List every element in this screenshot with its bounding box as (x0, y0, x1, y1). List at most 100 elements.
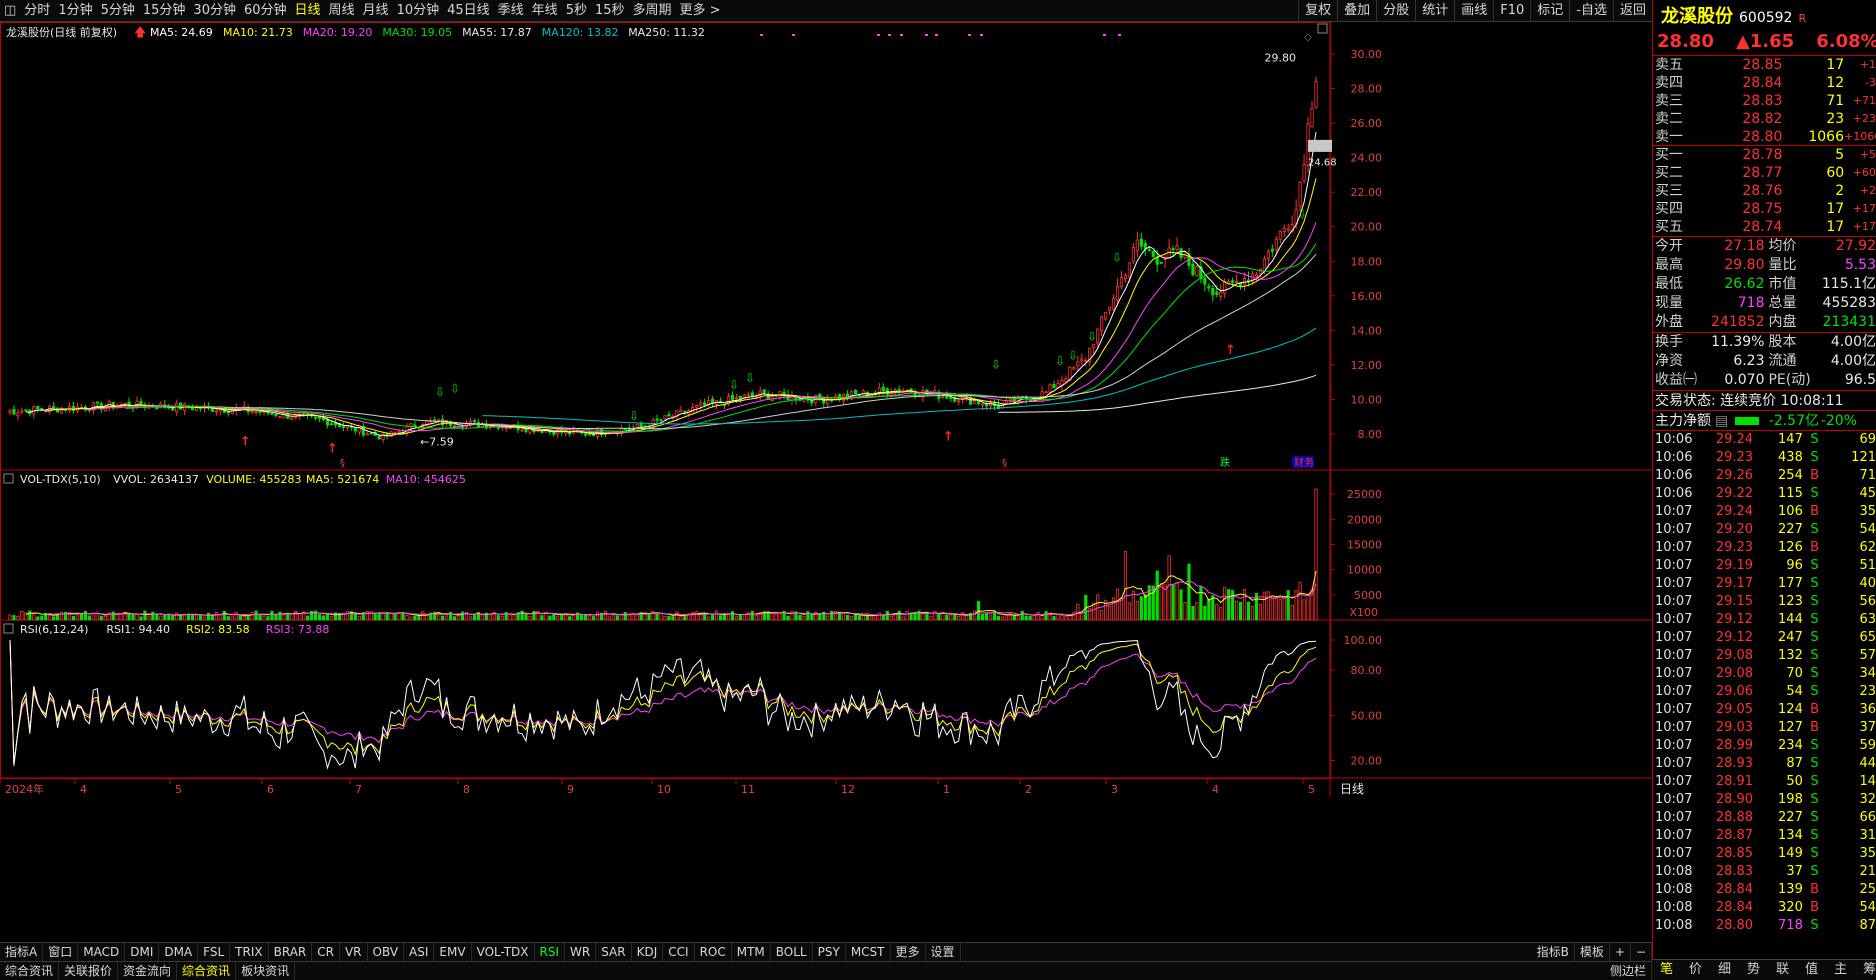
tick-row[interactable]: 10:07 28.93 87 S 44 (1653, 755, 1876, 773)
tick-row[interactable]: 10:07 29.19 96 S 51 (1653, 557, 1876, 575)
toolbar-collapse-icon[interactable]: ◫ (0, 0, 20, 22)
toolbar-right-btn-6[interactable]: 标记 (1530, 0, 1569, 22)
tick-row[interactable]: 10:07 29.05 124 B 36 (1653, 701, 1876, 719)
indicator-tab-15[interactable]: WR (565, 943, 597, 961)
indicator-tab-8[interactable]: CR (312, 943, 340, 961)
order-book-row[interactable]: 卖三 28.83 71 +71 (1653, 92, 1876, 110)
tick-row[interactable]: 10:07 29.15 123 S 56 (1653, 593, 1876, 611)
indicator-tab-23[interactable]: MCST (846, 943, 891, 961)
period-tab-1[interactable]: 1分钟 (54, 0, 96, 22)
tick-row[interactable]: 10:07 28.87 134 S 31 (1653, 827, 1876, 845)
tick-row[interactable]: 10:06 29.22 115 S 45 (1653, 485, 1876, 503)
order-book-row[interactable]: 卖一 28.80 1066+1066 (1653, 128, 1876, 146)
chart-canvas[interactable]: 龙溪股份(日线 前复权) 🡅 MA5: 24.69 MA10: 21.73 MA20: … (0, 22, 1652, 942)
indicator-tab-11[interactable]: ASI (404, 943, 435, 961)
order-book-row[interactable]: 卖二 28.82 23 +23 (1653, 110, 1876, 128)
tick-row[interactable]: 10:07 29.17 177 S 40 (1653, 575, 1876, 593)
tick-row[interactable]: 10:07 29.20 227 S 54 (1653, 521, 1876, 539)
sidebar-tab[interactable]: 侧边栏 (1605, 962, 1652, 980)
period-tab-2[interactable]: 5分钟 (97, 0, 139, 22)
tick-row[interactable]: 10:07 28.85 149 S 35 (1653, 845, 1876, 863)
indicator-tab-17[interactable]: KDJ (632, 943, 664, 961)
indicator-tab-9[interactable]: VR (340, 943, 368, 961)
toolbar-right-btn-8[interactable]: 返回 (1612, 0, 1652, 22)
period-tab-14[interactable]: 15秒 (591, 0, 629, 22)
order-book-row[interactable]: 买一 28.78 5 +5 (1653, 146, 1876, 164)
toolbar-right-btn-1[interactable]: 叠加 (1337, 0, 1376, 22)
period-tab-13[interactable]: 5秒 (562, 0, 591, 22)
tick-row[interactable]: 10:06 29.24 147 S 69 (1653, 431, 1876, 449)
bottom-tab-4[interactable]: 板块资讯 (236, 962, 296, 980)
indicator-tab-7[interactable]: BRAR (269, 943, 313, 961)
indicator-tab-13[interactable]: VOL-TDX (472, 943, 535, 961)
period-tab-3[interactable]: 15分钟 (139, 0, 190, 22)
tick-row[interactable]: 10:07 29.08 70 S 34 (1653, 665, 1876, 683)
indicator-tab-21[interactable]: BOLL (771, 943, 813, 961)
bottom-tab-0[interactable]: 综合资讯 (0, 962, 60, 980)
indicator-tab-25[interactable]: 设置 (926, 943, 961, 961)
tick-row[interactable]: 10:07 28.88 227 S 66 (1653, 809, 1876, 827)
indicator-tab-6[interactable]: TRIX (230, 943, 269, 961)
quote-tab-6[interactable]: 主 (1826, 960, 1855, 980)
order-book-row[interactable]: 买五 28.74 17 +17 (1653, 218, 1876, 236)
toolbar-right-btn-2[interactable]: 分股 (1376, 0, 1415, 22)
period-tab-8[interactable]: 月线 (359, 0, 393, 22)
indicator-tab-4[interactable]: DMA (159, 943, 199, 961)
tick-row[interactable]: 10:07 29.24 106 B 35 (1653, 503, 1876, 521)
indicator-right-0[interactable]: 指标B (1532, 943, 1575, 961)
indicator-right-3[interactable]: − (1631, 943, 1652, 961)
indicator-tab-5[interactable]: FSL (198, 943, 231, 961)
period-tab-7[interactable]: 周线 (325, 0, 359, 22)
tick-row[interactable]: 10:07 28.99 234 S 59 (1653, 737, 1876, 755)
toolbar-right-btn-4[interactable]: 画线 (1454, 0, 1493, 22)
indicator-tab-0[interactable]: 指标A (0, 943, 44, 961)
main-flow-menu-icon[interactable]: ▤ (1715, 411, 1729, 430)
bottom-tab-1[interactable]: 关联报价 (59, 962, 119, 980)
period-tab-4[interactable]: 30分钟 (189, 0, 240, 22)
quote-tab-5[interactable]: 值 (1797, 960, 1826, 980)
period-tab-12[interactable]: 年线 (528, 0, 562, 22)
quote-tab-2[interactable]: 细 (1710, 960, 1739, 980)
tick-row[interactable]: 10:07 29.06 54 S 23 (1653, 683, 1876, 701)
order-book-row[interactable]: 卖四 28.84 12 -3 (1653, 74, 1876, 92)
order-book-row[interactable]: 卖五 28.85 17 +1 (1653, 56, 1876, 74)
indicator-tab-16[interactable]: SAR (596, 943, 632, 961)
tick-row[interactable]: 10:07 28.91 50 S 14 (1653, 773, 1876, 791)
indicator-tab-24[interactable]: 更多 (891, 943, 926, 961)
period-tab-16[interactable]: 更多 > (676, 0, 725, 22)
tick-row[interactable]: 10:08 28.84 139 B 25 (1653, 881, 1876, 899)
tick-row[interactable]: 10:07 29.03 127 B 37 (1653, 719, 1876, 737)
bottom-tab-3[interactable]: 综合资讯 (177, 962, 237, 980)
tick-row[interactable]: 10:08 28.80 718 S 87 (1653, 917, 1876, 935)
tick-list[interactable]: 10:06 29.24 147 S 69 10:06 29.23 438 S 121 10:06 29… (1653, 431, 1876, 935)
tick-row[interactable]: 10:06 29.26 254 B 71 (1653, 467, 1876, 485)
tick-row[interactable]: 10:08 28.84 320 B 54 (1653, 899, 1876, 917)
quote-tab-0[interactable]: 笔 (1652, 960, 1681, 980)
tick-row[interactable]: 10:08 28.83 37 S 21 (1653, 863, 1876, 881)
tick-row[interactable]: 10:07 29.12 144 S 63 (1653, 611, 1876, 629)
tick-row[interactable]: 10:07 28.90 198 S 32 (1653, 791, 1876, 809)
period-tab-11[interactable]: 季线 (494, 0, 528, 22)
indicator-tab-3[interactable]: DMI (125, 943, 160, 961)
period-tab-5[interactable]: 60分钟 (240, 0, 291, 22)
indicator-right-2[interactable]: + (1610, 943, 1631, 961)
indicator-tab-12[interactable]: EMV (434, 943, 472, 961)
toolbar-right-btn-3[interactable]: 统计 (1415, 0, 1454, 22)
toolbar-right-btn-5[interactable]: F10 (1493, 0, 1530, 22)
bottom-tab-2[interactable]: 资金流向 (118, 962, 178, 980)
period-tab-0[interactable]: 分时 (20, 0, 54, 22)
tick-row[interactable]: 10:07 29.23 126 B 62 (1653, 539, 1876, 557)
tick-row[interactable]: 10:07 29.08 132 S 57 (1653, 647, 1876, 665)
indicator-tab-18[interactable]: CCI (663, 943, 695, 961)
indicator-tab-19[interactable]: ROC (695, 943, 732, 961)
indicator-tab-2[interactable]: MACD (78, 943, 126, 961)
quote-tab-1[interactable]: 价 (1681, 960, 1710, 980)
indicator-tab-14[interactable]: RSI (535, 943, 566, 961)
toolbar-right-btn-0[interactable]: 复权 (1298, 0, 1337, 22)
quote-tab-4[interactable]: 联 (1768, 960, 1797, 980)
indicator-tab-10[interactable]: OBV (368, 943, 405, 961)
toolbar-right-btn-7[interactable]: -自选 (1569, 0, 1613, 22)
order-book-row[interactable]: 买三 28.76 2 +2 (1653, 182, 1876, 200)
period-tab-6[interactable]: 日线 (291, 0, 325, 22)
indicator-tab-22[interactable]: PSY (813, 943, 846, 961)
